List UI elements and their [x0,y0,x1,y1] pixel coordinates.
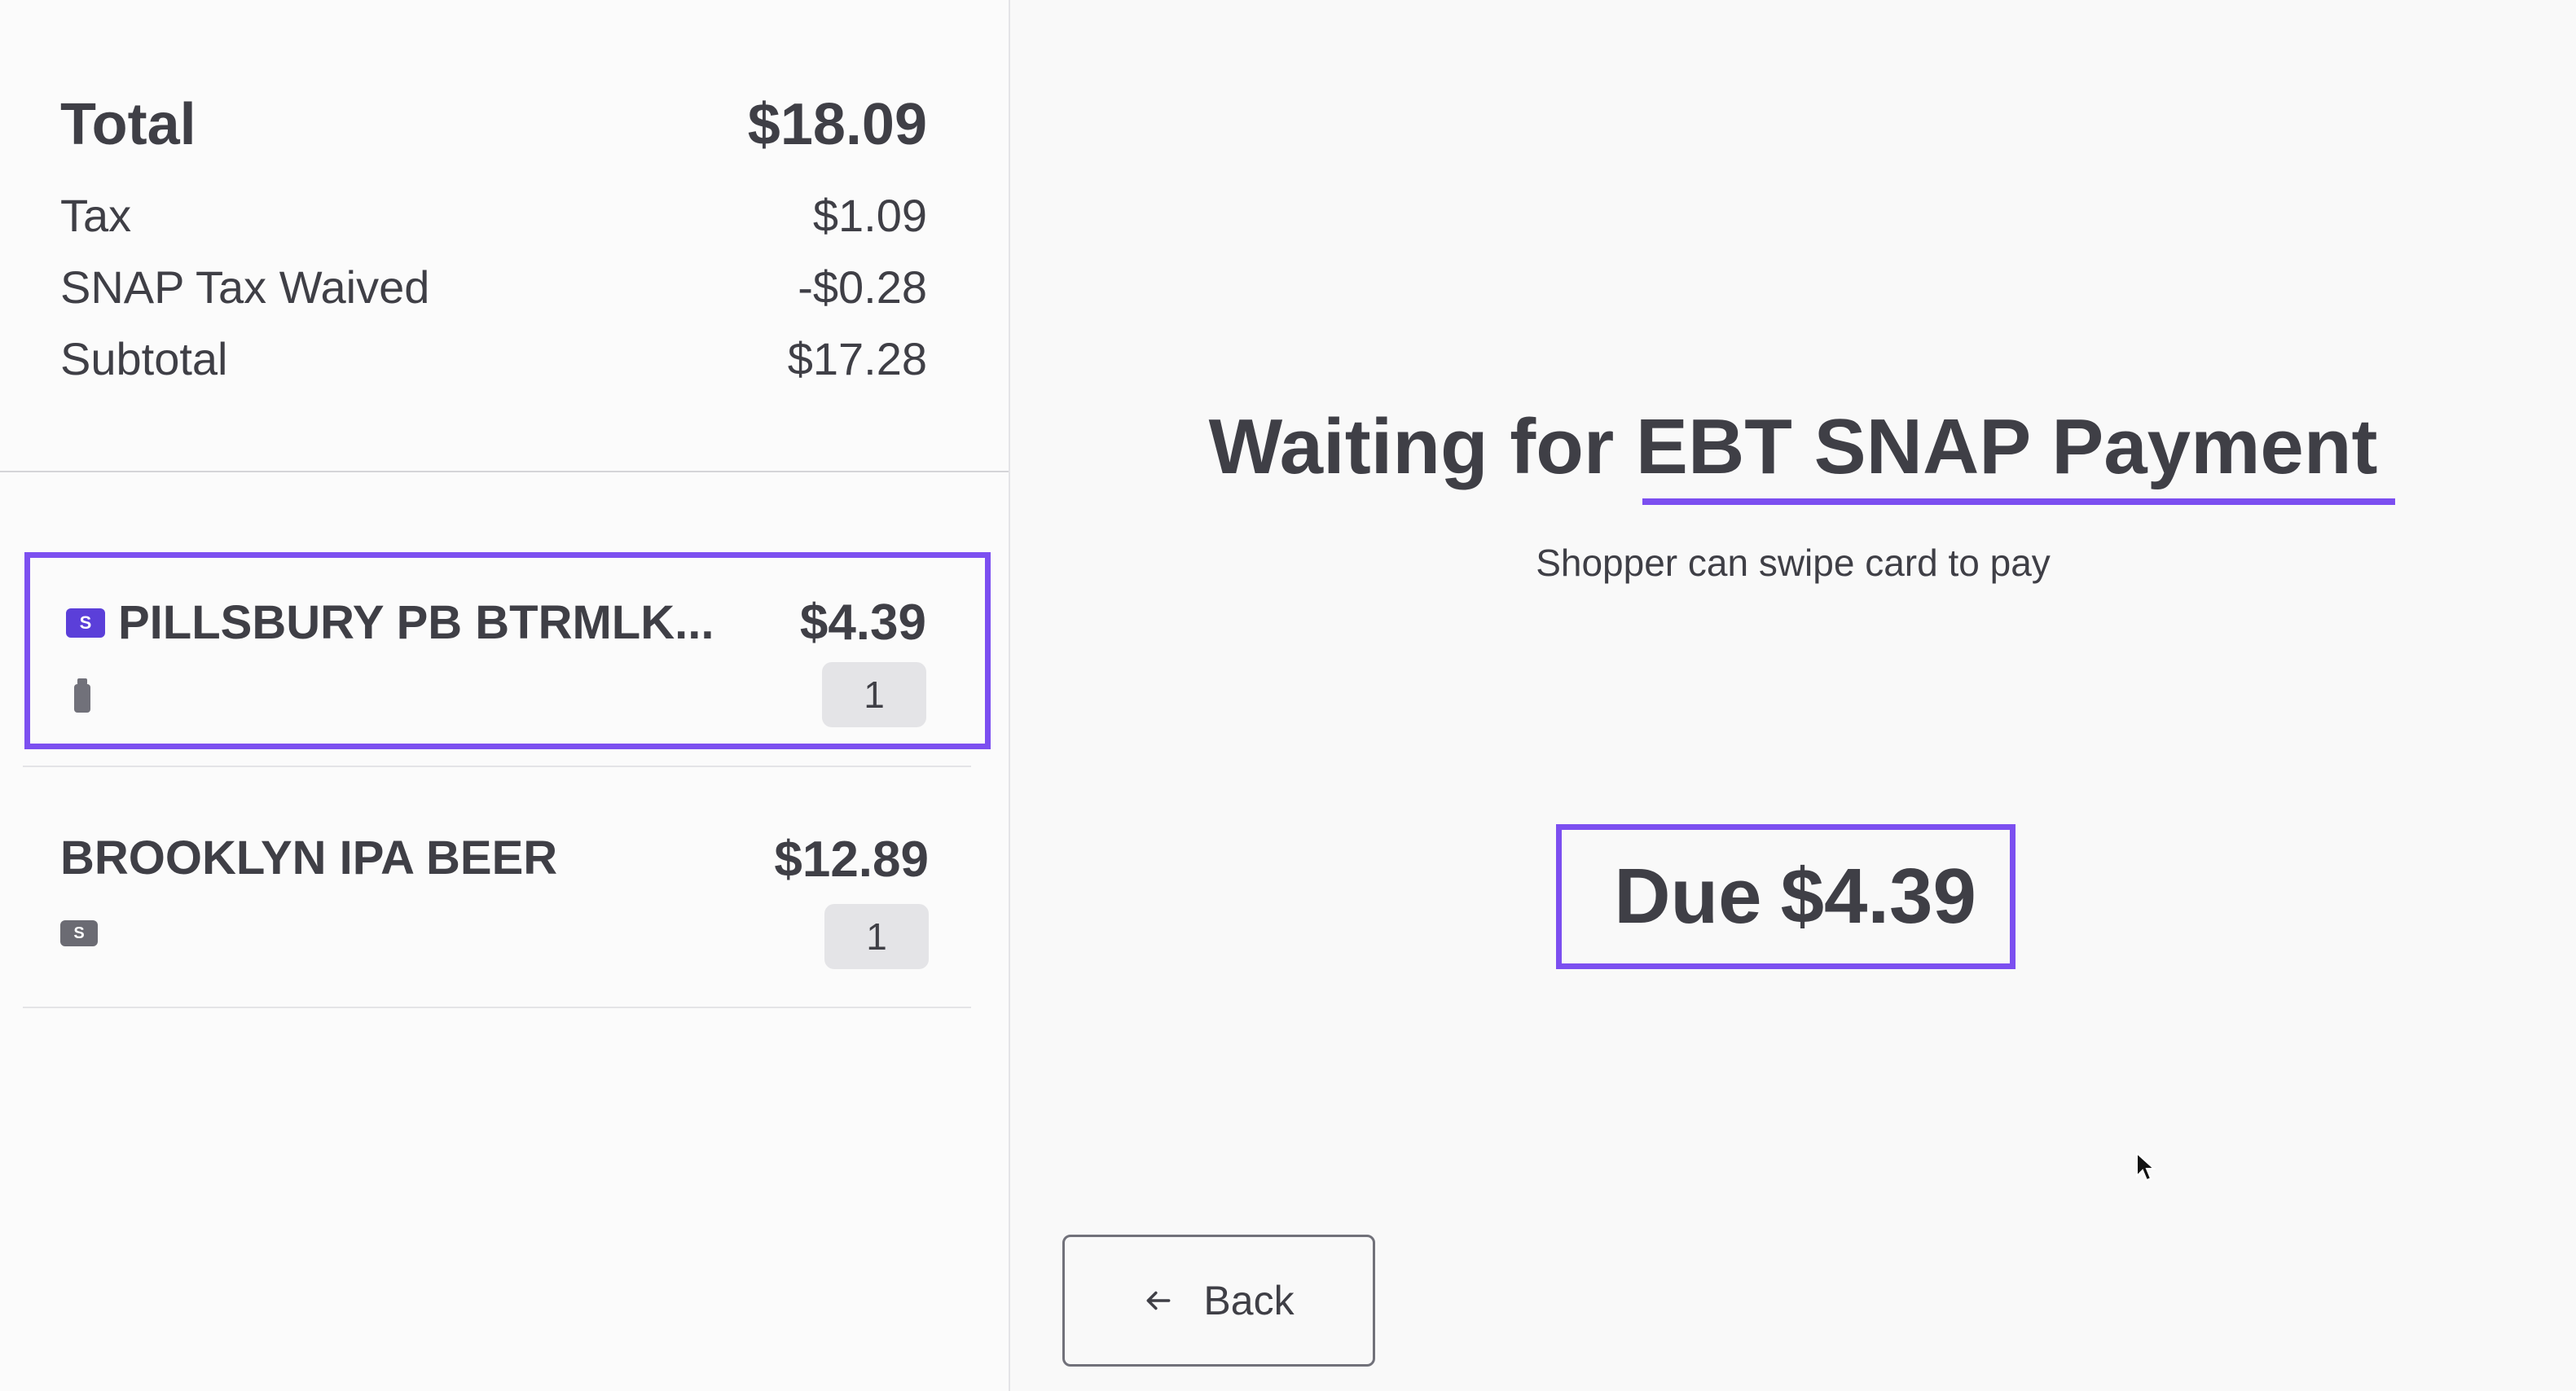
tax-label: Tax [60,190,132,241]
total-value: $18.09 [747,92,927,157]
item-price: $12.89 [774,832,929,888]
snap-tax-waived-value: -$0.28 [798,261,927,313]
item-divider [23,1007,971,1008]
arrow-left-icon [1146,1291,1171,1310]
back-button[interactable]: Back [1062,1235,1375,1367]
back-button-label: Back [1203,1278,1295,1323]
highlight-underline [1642,498,2396,505]
payment-method-label: EBT SNAP Payment [1635,403,2378,490]
tax-row: Tax $1.09 [60,189,927,242]
item-divider [23,766,971,767]
subtotal-row: Subtotal $17.28 [60,332,927,385]
item-name: PILLSBURY PB BTRMLK... [118,596,714,649]
snap-tax-waived-label: SNAP Tax Waived [60,261,430,313]
quantity-badge[interactable]: 1 [824,904,929,969]
snap-badge-icon: S [60,920,98,946]
swipe-instruction: Shopper can swipe card to pay [1536,542,2051,584]
snap-badge-icon: S [66,608,105,638]
payment-panel: Waiting for EBT SNAP Payment Shopper can… [1010,0,2576,1391]
bottle-icon [74,678,90,713]
item-price: $4.39 [799,595,926,651]
payment-status-title: Waiting for EBT SNAP Payment [1010,402,2576,505]
cart-item-pillsbury[interactable]: S PILLSBURY PB BTRMLK... $4.39 1 [24,552,991,749]
order-summary-panel: Total $18.09 Tax $1.09 SNAP Tax Waived -… [0,0,1010,1391]
snap-tax-waived-row: SNAP Tax Waived -$0.28 [60,261,927,314]
mouse-cursor-icon [2136,1152,2156,1182]
title-prefix: Waiting for [1208,403,1615,490]
subtotal-label: Subtotal [60,333,228,384]
amount-due-box: Due $4.39 [1556,824,2016,969]
cart-item-brooklyn-ipa[interactable]: BROOKLYN IPA BEER $12.89 S 1 [24,774,991,1010]
due-amount: $4.39 [1780,853,1976,940]
item-name: BROOKLYN IPA BEER [60,832,558,884]
quantity-badge[interactable]: 1 [822,662,926,727]
summary-divider [0,471,1009,472]
due-label: Due [1614,853,1762,940]
total-label: Total [60,92,196,157]
total-row: Total $18.09 [60,91,927,158]
tax-value: $1.09 [812,190,927,241]
subtotal-value: $17.28 [787,333,927,384]
title-highlight: EBT SNAP Payment [1635,402,2396,505]
